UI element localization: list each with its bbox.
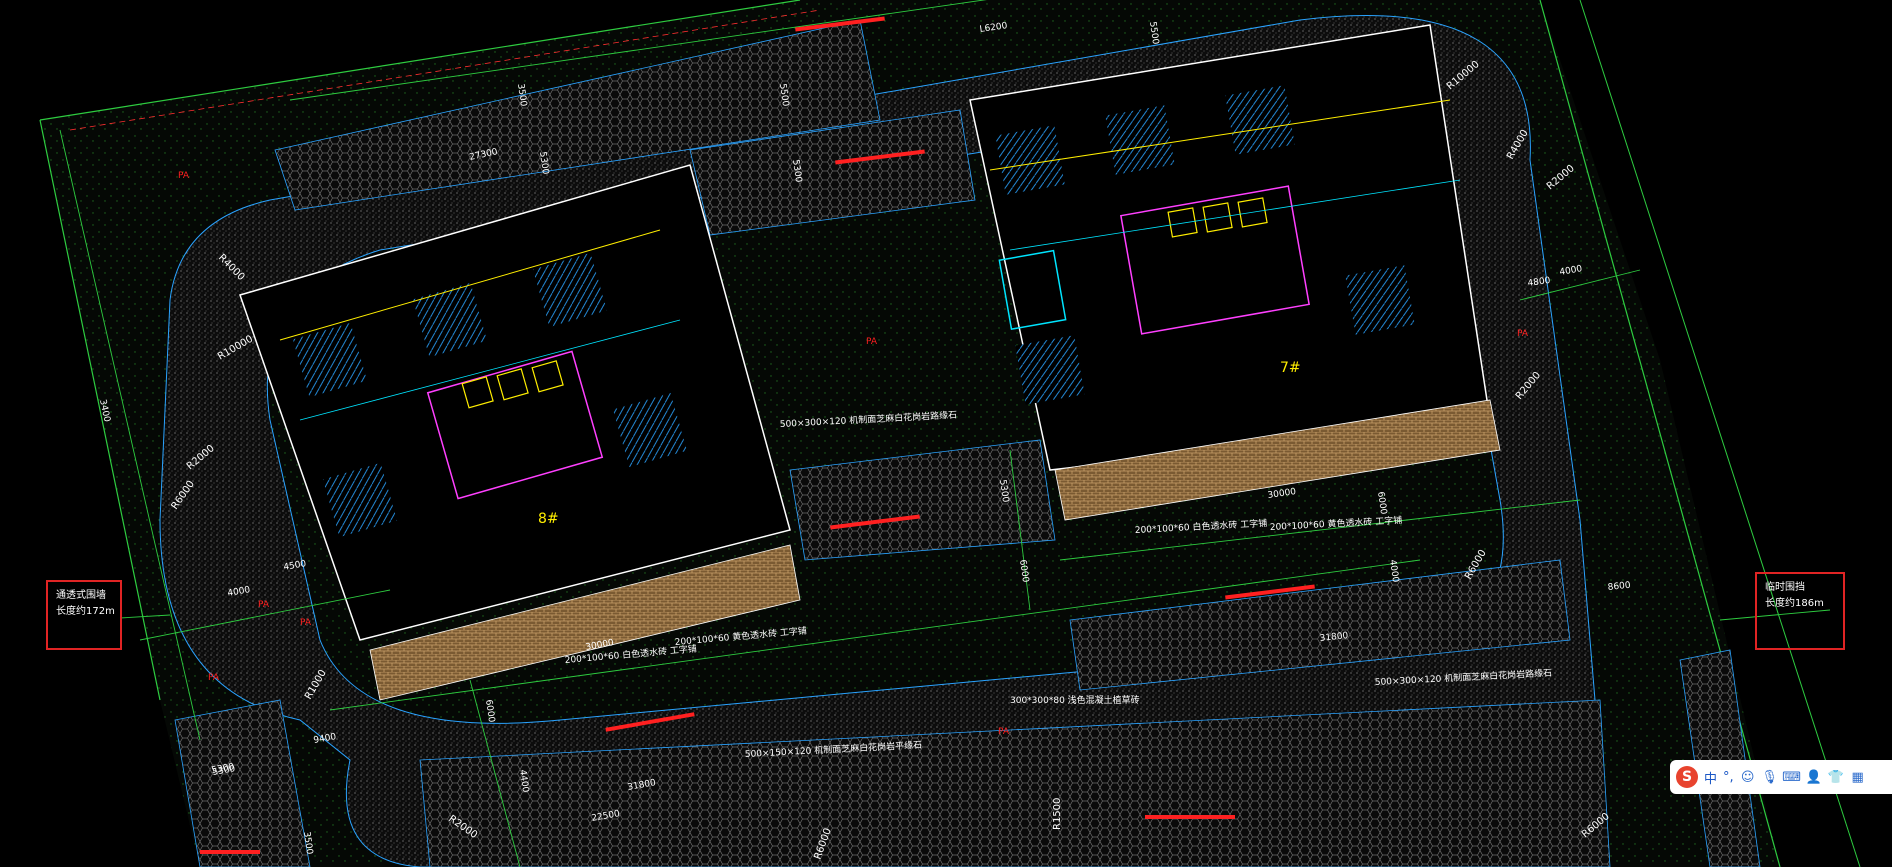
callout-fence-left[interactable]: 通透式围墙 长度约172m xyxy=(46,580,122,650)
area-label: PA xyxy=(998,727,1010,737)
area-label: PA xyxy=(208,673,220,683)
callout-fence-right[interactable]: 临时围挡 长度约186m xyxy=(1755,572,1845,650)
callout-left-line2: 长度约172m xyxy=(56,606,115,617)
area-label: PA xyxy=(1517,329,1529,339)
skin-icon[interactable]: 👕 xyxy=(1828,769,1844,785)
area-label: PA xyxy=(178,171,190,181)
building-label-7: 7# xyxy=(1280,360,1301,376)
ime-punct-toggle[interactable]: °, xyxy=(1723,770,1734,785)
emoji-icon[interactable]: ☺ xyxy=(1740,769,1756,785)
user-icon[interactable]: 👤 xyxy=(1806,769,1822,785)
callout-left-line1: 通透式围墙 xyxy=(56,590,106,601)
callout-right-line2: 长度约186m xyxy=(1765,598,1824,609)
cad-drawing-canvas[interactable]: 8# 7# PA PA PA PA PA PA PA L6200 5500 35… xyxy=(0,0,1892,867)
building-7[interactable] xyxy=(969,24,1501,521)
building-label-8: 8# xyxy=(538,511,559,527)
callout-right-line1: 临时围挡 xyxy=(1765,582,1805,593)
radius-text: R1500 xyxy=(1052,798,1063,830)
ime-toolbar[interactable]: S 中 °, ☺ 🎙 ⌨ 👤 👕 ▦ xyxy=(1670,760,1892,794)
microphone-icon[interactable]: 🎙 xyxy=(1761,769,1778,785)
grid-icon[interactable]: ▦ xyxy=(1850,769,1866,785)
sogou-logo-icon[interactable]: S xyxy=(1676,766,1698,788)
keyboard-icon[interactable]: ⌨ xyxy=(1782,769,1801,785)
ime-mode-toggle[interactable]: 中 xyxy=(1704,768,1717,787)
area-label: PA xyxy=(866,337,878,347)
material-note: 300*300*80 浅色混凝土植草砖 xyxy=(1010,694,1140,706)
area-label: PA xyxy=(300,618,312,628)
area-label: PA xyxy=(258,600,270,610)
